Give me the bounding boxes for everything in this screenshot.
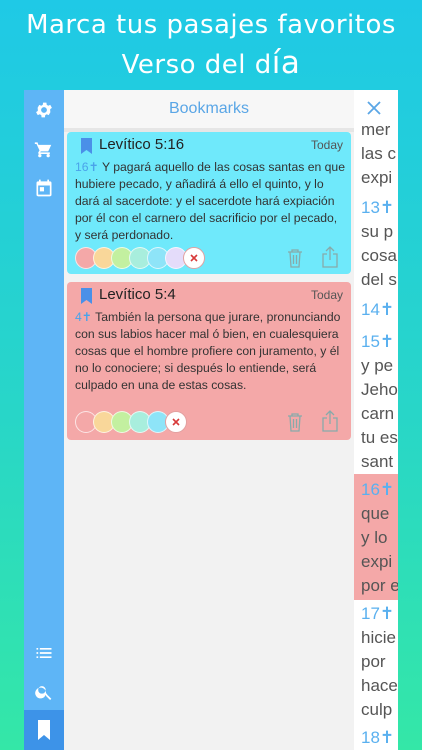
clear-color-button[interactable] bbox=[183, 247, 205, 269]
cart-icon[interactable] bbox=[32, 137, 56, 161]
reader-line-text: mer bbox=[361, 120, 391, 139]
share-icon[interactable] bbox=[321, 246, 339, 273]
reader-line-text: expi bbox=[361, 168, 393, 187]
verse-number: 14 bbox=[361, 300, 380, 319]
bookmark-icon bbox=[81, 288, 92, 309]
reader-line-text: hace bbox=[361, 676, 398, 695]
promo-headline: Marca tus pasajes favoritos Verso del dí… bbox=[0, 6, 422, 84]
bookmark-text: 4✝ También la persona que jurare, pronun… bbox=[75, 309, 345, 394]
calendar-icon[interactable] bbox=[32, 176, 56, 200]
reader-line: su p bbox=[361, 222, 393, 242]
reader-line: expi bbox=[361, 552, 392, 572]
verse-number: 16✝ bbox=[75, 160, 99, 174]
reader-line: carn bbox=[361, 404, 394, 424]
panel-title: Bookmarks bbox=[168, 100, 250, 117]
verse-text: También la persona que jurare, pronuncia… bbox=[75, 310, 341, 392]
bookmark-reference: Levítico 5:16 bbox=[99, 136, 185, 153]
reader-line: sant bbox=[361, 452, 393, 472]
bookmark-date: Today bbox=[310, 288, 343, 302]
bookmark-icon bbox=[32, 718, 56, 742]
promo-line-2b: ía bbox=[271, 45, 301, 81]
reader-line-text: por bbox=[361, 652, 386, 671]
reader-line: mer bbox=[361, 120, 390, 140]
reader-line-text: tu es bbox=[361, 428, 398, 447]
reader-line: 17✝ bbox=[361, 604, 395, 623]
reader-line-text: cosa bbox=[361, 246, 397, 265]
bookmark-card[interactable]: Levítico 5:4 Today 4✝ También la persona… bbox=[67, 282, 351, 440]
bookmark-icon bbox=[81, 138, 92, 159]
reader-line: las c bbox=[361, 144, 396, 164]
reader-line: por e bbox=[361, 576, 398, 596]
reader-line-text: hicie bbox=[361, 628, 396, 647]
reader-line: hicie bbox=[361, 628, 396, 648]
reader-pane[interactable]: mer las c expi 13✝ su p cosa del s 14✝ 15✝ y pe Je… bbox=[354, 90, 398, 750]
reader-line-text: sant bbox=[361, 452, 394, 471]
clear-color-button[interactable] bbox=[165, 411, 187, 433]
bookmark-reference: Levítico 5:4 bbox=[99, 286, 176, 303]
color-swatches bbox=[75, 411, 187, 433]
verse-number: 18 bbox=[361, 728, 380, 747]
reader-line: tu es bbox=[361, 428, 398, 448]
bookmark-date: Today bbox=[310, 138, 343, 152]
reader-line: 18✝ bbox=[361, 728, 395, 747]
share-icon[interactable] bbox=[321, 410, 339, 437]
reader-line: 16✝ bbox=[361, 480, 395, 499]
verse-number: 13 bbox=[361, 198, 380, 217]
reader-line-text: expi bbox=[361, 552, 393, 571]
reader-line: expi bbox=[361, 168, 392, 188]
panel-header: Bookmarks bbox=[64, 90, 354, 129]
reader-line-text: y lo bbox=[361, 528, 388, 547]
list-icon[interactable] bbox=[32, 641, 56, 665]
reader-line: 13✝ bbox=[361, 198, 395, 217]
reader-line: 15✝ bbox=[361, 332, 395, 351]
reader-line: y pe bbox=[361, 356, 393, 376]
reader-line: por bbox=[361, 652, 386, 672]
reader-line-text: su p bbox=[361, 222, 394, 241]
verse-text: Y pagará aquello de las cosas santas en … bbox=[75, 160, 345, 242]
reader-line-text: culp bbox=[361, 700, 393, 719]
reader-line: del s bbox=[361, 270, 397, 290]
reader-line-text: por e bbox=[361, 576, 398, 595]
gear-icon[interactable] bbox=[32, 98, 56, 122]
sidebar-item-bookmarks[interactable] bbox=[24, 710, 64, 750]
close-icon[interactable] bbox=[366, 100, 382, 121]
search-icon[interactable] bbox=[32, 680, 56, 704]
close-icon bbox=[190, 254, 198, 262]
trash-icon[interactable] bbox=[287, 412, 303, 437]
reader-line-text: y pe bbox=[361, 356, 394, 375]
reader-line: y lo bbox=[361, 528, 387, 548]
color-swatches bbox=[75, 247, 205, 269]
reader-line: culp bbox=[361, 700, 392, 720]
reader-line-text: Jeho bbox=[361, 380, 398, 399]
verse-number: 4✝ bbox=[75, 310, 92, 324]
promo-line-1: Marca tus pasajes favoritos bbox=[26, 10, 396, 40]
reader-line: hace bbox=[361, 676, 398, 696]
verse-number: 16 bbox=[361, 480, 380, 499]
verse-number: 17 bbox=[361, 604, 380, 623]
reader-line: Jeho bbox=[361, 380, 398, 400]
reader-line: que bbox=[361, 504, 389, 524]
bookmark-card[interactable]: Levítico 5:16 Today 16✝ Y pagará aquello… bbox=[67, 132, 351, 274]
promo-line-2: Verso del día bbox=[0, 44, 422, 84]
reader-line-text: las c bbox=[361, 144, 396, 163]
bookmark-text: 16✝ Y pagará aquello de las cosas santas… bbox=[75, 159, 345, 244]
trash-icon[interactable] bbox=[287, 248, 303, 273]
sidebar-rail bbox=[24, 90, 64, 750]
reader-line-text: carn bbox=[361, 404, 395, 423]
close-icon bbox=[172, 418, 180, 426]
verse-number: 15 bbox=[361, 332, 380, 351]
promo-line-2a: Verso del d bbox=[121, 50, 272, 80]
reader-line-text: del s bbox=[361, 270, 397, 289]
bookmarks-panel: Bookmarks Levítico 5:16 Today 16✝ Y paga… bbox=[64, 90, 355, 750]
reader-line-text: que bbox=[361, 504, 390, 523]
app-window: Bookmarks Levítico 5:16 Today 16✝ Y paga… bbox=[24, 90, 398, 750]
reader-line: cosa bbox=[361, 246, 397, 266]
reader-line: 14✝ bbox=[361, 300, 395, 319]
